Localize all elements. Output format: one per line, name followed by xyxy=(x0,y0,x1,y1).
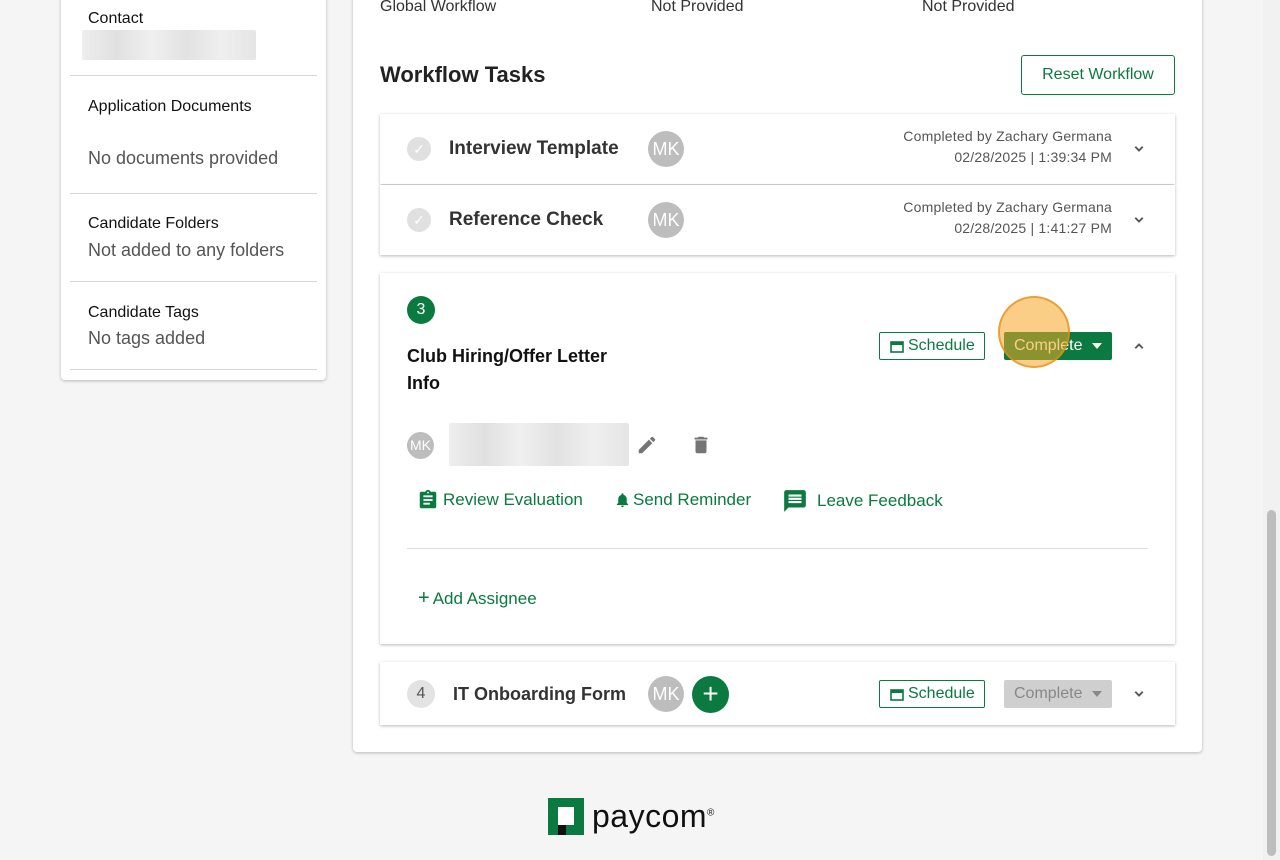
chevron-down-icon[interactable] xyxy=(1130,140,1148,158)
check-icon: ✓ xyxy=(407,137,431,161)
task-name: IT Onboarding Form xyxy=(453,684,626,704)
task-club-hiring: 3 Club Hiring/Offer Letter Info Schedule… xyxy=(380,273,1175,644)
documents-title: Application Documents xyxy=(88,98,252,115)
complete-label: Complete xyxy=(1014,685,1083,702)
scrollbar-thumb[interactable] xyxy=(1267,510,1276,856)
complete-label: Complete xyxy=(1014,337,1083,354)
completed-by-text: Completed by Zachary Germana xyxy=(903,199,1112,215)
divider xyxy=(70,281,317,282)
scrollbar[interactable] xyxy=(1263,0,1280,860)
completed-info: Completed by Zachary Germana 02/28/2025 … xyxy=(903,126,1112,168)
task-name-line: Club Hiring/Offer Letter xyxy=(407,346,608,366)
edit-pencil-icon[interactable] xyxy=(636,434,658,456)
step-number-badge: 3 xyxy=(407,296,435,324)
divider xyxy=(70,193,317,194)
leave-feedback-label: Leave Feedback xyxy=(817,491,943,510)
assignee-avatar: MK xyxy=(407,432,434,459)
completed-info: Completed by Zachary Germana 02/28/2025 … xyxy=(903,197,1112,239)
tags-value: No tags added xyxy=(88,328,206,348)
check-icon: ✓ xyxy=(407,208,431,232)
task-name: Interview Template xyxy=(449,138,619,159)
schedule-button[interactable]: Schedule xyxy=(879,332,985,360)
send-reminder-label: Send Reminder xyxy=(633,490,752,509)
leave-feedback-link[interactable]: Leave Feedback xyxy=(782,488,943,514)
step-number-badge: 4 xyxy=(407,680,435,708)
global-workflow-value: Not Provided xyxy=(651,0,744,15)
task-interview-template[interactable]: ✓ Interview Template MK Completed by Zac… xyxy=(380,114,1175,184)
logo-text: paycom® xyxy=(592,798,715,834)
calendar-icon xyxy=(890,689,904,701)
task-reference-check[interactable]: ✓ Reference Check MK Completed by Zachar… xyxy=(380,185,1175,255)
complete-dropdown-button[interactable]: Complete xyxy=(1004,332,1112,360)
contact-redacted xyxy=(82,30,256,60)
global-workflow-value: Not Provided xyxy=(922,0,1015,15)
divider xyxy=(407,548,1148,549)
complete-dropdown-button[interactable]: Complete xyxy=(1004,680,1112,708)
workflow-tasks-title: Workflow Tasks xyxy=(380,62,546,87)
task-name: Reference Check xyxy=(449,209,604,230)
folders-value: Not added to any folders xyxy=(88,240,285,260)
assignee-name-redacted xyxy=(449,423,629,466)
divider xyxy=(70,75,317,76)
calendar-icon xyxy=(890,341,904,353)
review-evaluation-link[interactable]: Review Evaluation xyxy=(417,488,583,512)
add-assignee-link[interactable]: + Add Assignee xyxy=(418,587,537,610)
contact-label: Contact xyxy=(88,10,144,27)
schedule-label: Schedule xyxy=(908,337,975,354)
chevron-up-icon[interactable] xyxy=(1130,337,1148,355)
schedule-button[interactable]: Schedule xyxy=(879,680,985,708)
tags-title: Candidate Tags xyxy=(88,304,199,321)
completed-at-text: 02/28/2025 | 1:41:27 PM xyxy=(954,220,1112,236)
trash-icon[interactable] xyxy=(690,434,712,456)
comment-icon xyxy=(784,490,806,512)
task-name-line: Info xyxy=(407,373,440,393)
global-workflow-label: Global Workflow xyxy=(380,0,497,15)
avatar: MK xyxy=(648,676,684,712)
divider xyxy=(70,369,317,370)
completed-at-text: 02/28/2025 | 1:39:34 PM xyxy=(954,149,1112,165)
chevron-down-icon[interactable] xyxy=(1130,211,1148,229)
add-assignee-label: Add Assignee xyxy=(432,588,537,608)
documents-value: No documents provided xyxy=(88,148,279,168)
task-it-onboarding[interactable]: 4 IT Onboarding Form MK + Schedule Compl… xyxy=(380,662,1175,725)
avatar: MK xyxy=(648,131,684,167)
folders-title: Candidate Folders xyxy=(88,215,219,232)
paycom-logo-mark-icon xyxy=(548,798,584,835)
avatar: MK xyxy=(648,202,684,238)
paycom-logo: paycom® xyxy=(548,798,715,835)
caret-down-icon xyxy=(1092,343,1102,349)
review-evaluation-label: Review Evaluation xyxy=(443,490,583,509)
clipboard-icon xyxy=(419,489,437,509)
completed-by-text: Completed by Zachary Germana xyxy=(903,128,1112,144)
schedule-label: Schedule xyxy=(908,685,975,702)
caret-down-icon xyxy=(1092,691,1102,697)
send-reminder-link[interactable]: Send Reminder xyxy=(614,490,751,510)
chevron-down-icon[interactable] xyxy=(1130,685,1148,703)
bell-icon xyxy=(616,493,629,508)
add-assignee-plus-icon[interactable]: + xyxy=(692,676,729,713)
reset-workflow-button[interactable]: Reset Workflow xyxy=(1021,55,1175,95)
task-name: Club Hiring/Offer Letter Info xyxy=(407,343,607,397)
plus-icon: + xyxy=(418,587,430,609)
